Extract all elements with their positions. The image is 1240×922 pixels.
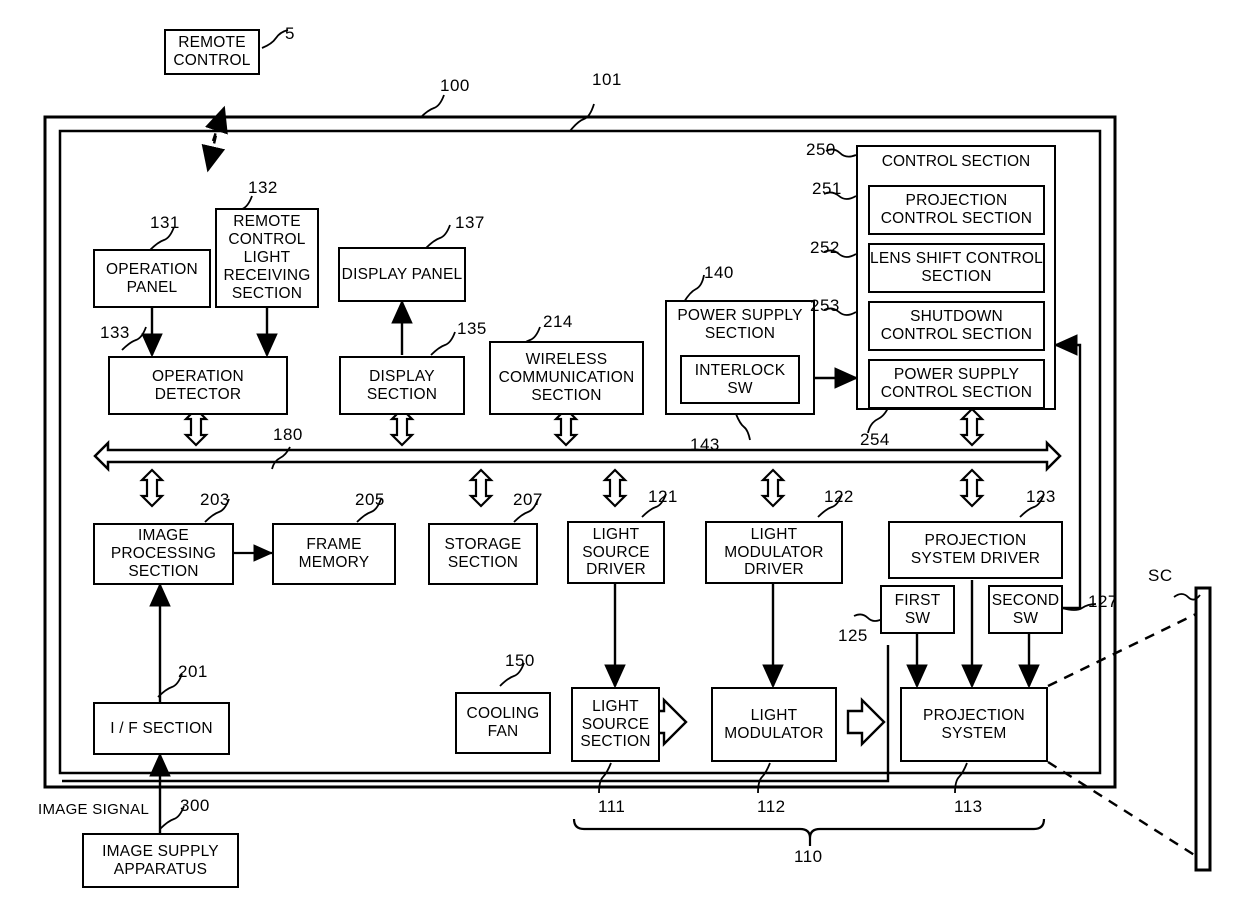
block-frame-memory-label: FRAME MEMORY: [298, 536, 370, 571]
ref-131: 131: [150, 213, 180, 232]
block-storage-section[interactable]: STORAGE SECTION: [428, 523, 538, 585]
ref-254: 254: [860, 430, 890, 449]
block-if-section[interactable]: I / F SECTION: [93, 702, 230, 755]
block-cooling-fan-label: COOLING FAN: [466, 705, 540, 740]
block-image-supply-apparatus[interactable]: IMAGE SUPPLY APPARATUS: [82, 833, 239, 888]
block-second-sw[interactable]: SECOND SW: [988, 585, 1063, 634]
ref-137: 137: [455, 213, 485, 232]
figure-canvas: REMOTE CONTROL OPERATION PANEL REMOTE CO…: [0, 0, 1240, 922]
ref-143: 143: [690, 435, 720, 454]
block-light-source-section-label: LIGHT SOURCE SECTION: [580, 697, 651, 751]
block-light-modulator-driver[interactable]: LIGHT MODULATOR DRIVER: [705, 521, 843, 584]
block-projection-control-section-label: PROJECTION CONTROL SECTION: [880, 192, 1033, 227]
ref-121: 121: [648, 487, 678, 506]
block-operation-panel[interactable]: OPERATION PANEL: [93, 249, 211, 308]
block-operation-detector[interactable]: OPERATION DETECTOR: [108, 356, 288, 415]
block-projection-system[interactable]: PROJECTION SYSTEM: [900, 687, 1048, 762]
block-light-modulator[interactable]: LIGHT MODULATOR: [711, 687, 837, 762]
ref-180: 180: [273, 425, 303, 444]
block-remote-control[interactable]: REMOTE CONTROL: [164, 29, 260, 75]
ref-150: 150: [505, 651, 535, 670]
ref-251: 251: [812, 179, 842, 198]
ref-132: 132: [248, 178, 278, 197]
connector-layer: [43, 29, 1212, 872]
block-display-section-label: DISPLAY SECTION: [366, 367, 438, 403]
block-display-section[interactable]: DISPLAY SECTION: [339, 356, 465, 415]
block-light-source-section[interactable]: LIGHT SOURCE SECTION: [571, 687, 660, 762]
block-remote-control-label: REMOTE CONTROL: [173, 34, 251, 69]
block-shutdown-control-section-label: SHUTDOWN CONTROL SECTION: [880, 308, 1033, 343]
ref-111: 111: [598, 797, 626, 816]
ref-127: 127: [1088, 592, 1118, 611]
ref-300: 300: [180, 796, 210, 815]
block-storage-section-label: STORAGE SECTION: [444, 536, 522, 571]
ref-201: 201: [178, 662, 208, 681]
ref-110: 110: [794, 847, 823, 866]
image-signal-label: IMAGE SIGNAL: [38, 801, 150, 818]
block-display-panel[interactable]: DISPLAY PANEL: [338, 247, 466, 302]
block-image-processing-section[interactable]: IMAGE PROCESSING SECTION: [93, 523, 234, 585]
ref-sc: SC: [1148, 566, 1173, 585]
block-lens-shift-control-section-label: LENS SHIFT CONTROL SECTION: [870, 250, 1043, 285]
block-if-section-label: I / F SECTION: [110, 719, 213, 737]
block-frame-memory[interactable]: FRAME MEMORY: [272, 523, 396, 585]
block-projection-system-label: PROJECTION SYSTEM: [923, 706, 1025, 742]
ref-250: 250: [806, 140, 836, 159]
ref-100: 100: [440, 76, 470, 95]
block-control-section-label: CONTROL SECTION: [881, 153, 1031, 170]
block-first-sw[interactable]: FIRST SW: [880, 585, 955, 634]
block-wireless-communication-section-label: WIRELESS COMMUNICATION SECTION: [498, 351, 635, 404]
block-remote-control-light-receiving-section-label: REMOTE CONTROL LIGHT RECEIVING SECTION: [223, 213, 311, 302]
ref-135: 135: [457, 319, 487, 338]
block-image-supply-apparatus-label: IMAGE SUPPLY APPARATUS: [102, 842, 219, 878]
ref-125: 125: [838, 626, 868, 645]
block-interlock-sw-label: INTERLOCK SW: [694, 361, 786, 397]
block-cooling-fan[interactable]: COOLING FAN: [455, 692, 551, 754]
ref-205: 205: [355, 490, 385, 509]
block-operation-panel-label: OPERATION PANEL: [106, 260, 198, 296]
block-remote-control-light-receiving-section[interactable]: REMOTE CONTROL LIGHT RECEIVING SECTION: [215, 208, 319, 308]
ref-133: 133: [100, 323, 130, 342]
block-light-modulator-label: LIGHT MODULATOR: [724, 706, 824, 742]
ref-252: 252: [810, 238, 840, 257]
block-light-source-driver-label: LIGHT SOURCE DRIVER: [582, 525, 650, 579]
block-first-sw-label: FIRST SW: [894, 591, 941, 627]
ref-140: 140: [704, 263, 734, 282]
ref-113: 113: [954, 797, 983, 816]
ref-5: 5: [285, 24, 295, 43]
ref-101: 101: [592, 70, 622, 89]
ref-207: 207: [513, 490, 543, 509]
block-operation-detector-label: OPERATION DETECTOR: [152, 367, 244, 403]
block-lens-shift-control-section[interactable]: LENS SHIFT CONTROL SECTION: [868, 243, 1045, 293]
block-projection-system-driver-label: PROJECTION SYSTEM DRIVER: [910, 532, 1041, 567]
ref-253: 253: [810, 296, 840, 315]
ref-123: 123: [1026, 487, 1056, 506]
block-interlock-sw[interactable]: INTERLOCK SW: [680, 355, 800, 404]
block-light-source-driver[interactable]: LIGHT SOURCE DRIVER: [567, 521, 665, 584]
block-light-modulator-driver-label: LIGHT MODULATOR DRIVER: [724, 525, 824, 579]
block-second-sw-label: SECOND SW: [991, 591, 1060, 627]
block-image-processing-section-label: IMAGE PROCESSING SECTION: [110, 527, 217, 580]
ref-214: 214: [543, 312, 573, 331]
ref-203: 203: [200, 490, 230, 509]
block-shutdown-control-section[interactable]: SHUTDOWN CONTROL SECTION: [868, 301, 1045, 351]
ref-112: 112: [757, 797, 786, 816]
block-projection-control-section[interactable]: PROJECTION CONTROL SECTION: [868, 185, 1045, 235]
block-projection-system-driver[interactable]: PROJECTION SYSTEM DRIVER: [888, 521, 1063, 579]
block-display-panel-label: DISPLAY PANEL: [341, 265, 463, 283]
block-power-supply-section-label: POWER SUPPLY SECTION: [677, 307, 803, 342]
block-wireless-communication-section[interactable]: WIRELESS COMMUNICATION SECTION: [489, 341, 644, 415]
block-power-supply-control-section[interactable]: POWER SUPPLY CONTROL SECTION: [868, 359, 1045, 409]
ref-122: 122: [824, 487, 854, 506]
block-power-supply-control-section-label: POWER SUPPLY CONTROL SECTION: [880, 366, 1033, 401]
